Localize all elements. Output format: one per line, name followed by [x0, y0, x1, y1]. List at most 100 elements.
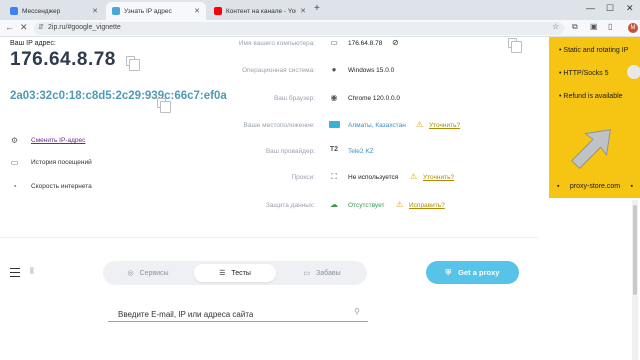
- site-info-icon[interactable]: ⇵: [38, 23, 44, 31]
- ad-feature: • Static and rotating IP: [559, 47, 629, 54]
- ip-favicon-icon: [112, 7, 120, 15]
- segment-label: Тесты: [231, 269, 251, 277]
- section-switcher: ◎ Сервисы ☰ Тесты ▭ Забавы: [103, 261, 367, 285]
- segment-label: Забавы: [316, 269, 341, 277]
- eye-off-icon[interactable]: ⊘: [392, 38, 399, 47]
- row-label: Ваш провайдер:: [265, 148, 315, 155]
- divider: [0, 237, 538, 238]
- game-icon: ▭: [303, 270, 310, 277]
- close-icon[interactable]: ✕: [92, 7, 98, 15]
- segment-label: Сервисы: [139, 269, 169, 277]
- maximize-icon[interactable]: ☐: [606, 3, 614, 14]
- extension-icon[interactable]: ⧉: [572, 22, 578, 32]
- proxy-ad-banner[interactable]: • Static and rotating IP • HTTP/Socks 5 …: [549, 37, 640, 198]
- minimize-icon[interactable]: —: [586, 3, 595, 13]
- search-input[interactable]: [108, 306, 343, 323]
- copy-icon[interactable]: [508, 38, 522, 53]
- stop-icon[interactable]: ✕: [20, 22, 28, 33]
- row-label: Прокси:: [291, 174, 315, 181]
- ad-domain: proxy-store.com: [569, 183, 621, 190]
- apple-icon: ●: [331, 65, 337, 74]
- youtube-favicon-icon: [214, 7, 222, 15]
- warning-icon: ⚠: [410, 172, 418, 181]
- ad-footer: ▪ proxy-store.com ▪: [557, 183, 633, 190]
- profile-avatar[interactable]: M: [628, 23, 638, 33]
- ad-feature: • Refund is available: [559, 93, 623, 100]
- tab-fun[interactable]: ▭ Забавы: [281, 264, 363, 282]
- globe-icon: ◎: [127, 270, 134, 277]
- row-value: 176.64.8.78: [348, 40, 383, 47]
- info-row-protection: Защита данных: ☁ Отсутствует ⚠ Исправить…: [150, 200, 540, 214]
- new-tab-icon[interactable]: +: [314, 3, 320, 14]
- chrome-icon: ◉: [330, 93, 338, 102]
- network-icon: ⛶: [331, 172, 337, 181]
- sliders-icon: ☰: [219, 270, 226, 277]
- search-box: ⚲: [108, 304, 368, 323]
- copy-icon[interactable]: [126, 56, 140, 71]
- history-link[interactable]: ▭ История посещений: [10, 158, 92, 167]
- info-row-proxy: Прокси: ⛶ Не используется ⚠ Уточнить?: [150, 172, 540, 186]
- clarify-link[interactable]: Уточнить?: [423, 174, 454, 181]
- ip-label: Ваш IP адрес:: [10, 40, 56, 47]
- tab-label: Узнать IP адрес: [124, 7, 172, 15]
- ad-feature: • HTTP/Socks 5: [559, 70, 609, 77]
- tab-messenger[interactable]: Мессенджер ✕: [4, 2, 104, 20]
- tab-youtube[interactable]: Контент на канале - YouTube ✕: [208, 2, 312, 20]
- arrow-icon: [571, 129, 611, 170]
- sidepanel-icon[interactable]: ▯: [608, 22, 612, 31]
- row-label: Операционная система:: [241, 67, 315, 74]
- fix-link[interactable]: Исправить?: [409, 202, 445, 209]
- messenger-favicon-icon: [10, 7, 18, 15]
- ip-value: 176.64.8.78: [10, 49, 116, 70]
- hamburger-menu-icon[interactable]: [10, 268, 20, 280]
- get-proxy-button[interactable]: ⛨ Get a proxy: [426, 261, 519, 284]
- info-row-os: Операционная система: ● Windows 15.0.0: [150, 65, 540, 79]
- row-label: Защита данных:: [265, 202, 315, 209]
- close-icon[interactable]: ✕: [300, 7, 306, 15]
- provider-icon: T2: [329, 146, 339, 153]
- puzzle-icon[interactable]: ▣: [590, 22, 598, 31]
- tab-tests[interactable]: ☰ Тесты: [194, 264, 276, 282]
- browser-toolbar: ← ✕ ⇵ 2ip.ru/#google_vignette ☆ ⧉ ▣ ▯: [0, 20, 640, 37]
- tab-strip: Мессенджер ✕ Узнать IP адрес ✕ Контент н…: [0, 0, 640, 20]
- ad-badge-icon: [627, 65, 640, 79]
- row-value: Не используется: [348, 174, 399, 181]
- menu-label[interactable]: История посещений: [31, 159, 92, 166]
- search-icon[interactable]: ⚲: [354, 307, 360, 316]
- tab-ip[interactable]: Узнать IP адрес ✕: [106, 2, 206, 20]
- back-icon[interactable]: ←: [5, 22, 14, 32]
- url-text[interactable]: 2ip.ru/#google_vignette: [48, 24, 121, 31]
- history-icon: ▭: [10, 158, 19, 167]
- cloud-icon: ☁: [330, 200, 338, 209]
- info-row-computer: Имя вашего компьютера: ▭ 176.64.8.78 ⊘: [150, 38, 540, 53]
- row-value: Windows 15.0.0: [348, 67, 395, 74]
- row-value[interactable]: Tele2 KZ: [348, 148, 374, 155]
- close-icon[interactable]: ✕: [194, 7, 200, 15]
- tab-label: Контент на канале - YouTube: [226, 7, 296, 15]
- row-label: Имя вашего компьютера:: [238, 40, 315, 47]
- scrollbar-thumb[interactable]: [633, 205, 637, 295]
- ad-footer-mark: ▪: [557, 183, 560, 190]
- tab-services[interactable]: ◎ Сервисы: [107, 264, 189, 282]
- change-ip-link[interactable]: ⚙ Сменить IP-адрес: [10, 136, 85, 145]
- bookmark-star-icon[interactable]: ☆: [552, 22, 559, 31]
- info-row-browser: Ваш браузер: ◉ Chrome 120.0.0.0: [150, 93, 540, 107]
- row-value: Chrome 120.0.0.0: [348, 95, 401, 102]
- warning-icon: ⚠: [396, 200, 404, 209]
- info-row-location: Ваше местоположение: Алматы, Казахстан ⚠…: [150, 120, 540, 134]
- button-label: Get a proxy: [458, 268, 500, 277]
- row-value: Отсутствует: [348, 202, 385, 209]
- address-bar[interactable]: ⇵ 2ip.ru/#google_vignette: [34, 22, 564, 35]
- menu-label[interactable]: Сменить IP-адрес: [31, 137, 85, 144]
- speed-test-link[interactable]: ◔ Скорость интернета: [10, 182, 92, 191]
- row-label: Ваш браузер:: [273, 95, 315, 102]
- row-value[interactable]: Алматы, Казахстан: [348, 122, 406, 129]
- info-row-provider: Ваш провайдер: T2 Tele2 KZ: [150, 146, 540, 160]
- close-window-icon[interactable]: ✕: [626, 3, 634, 14]
- bar-chart-icon[interactable]: ⫴: [30, 266, 34, 277]
- menu-label[interactable]: Скорость интернета: [31, 183, 92, 190]
- warning-icon: ⚠: [416, 120, 424, 129]
- shield-check-icon: ⛨: [445, 267, 452, 277]
- flag-icon: [328, 120, 340, 129]
- clarify-link[interactable]: Уточнить?: [429, 122, 460, 129]
